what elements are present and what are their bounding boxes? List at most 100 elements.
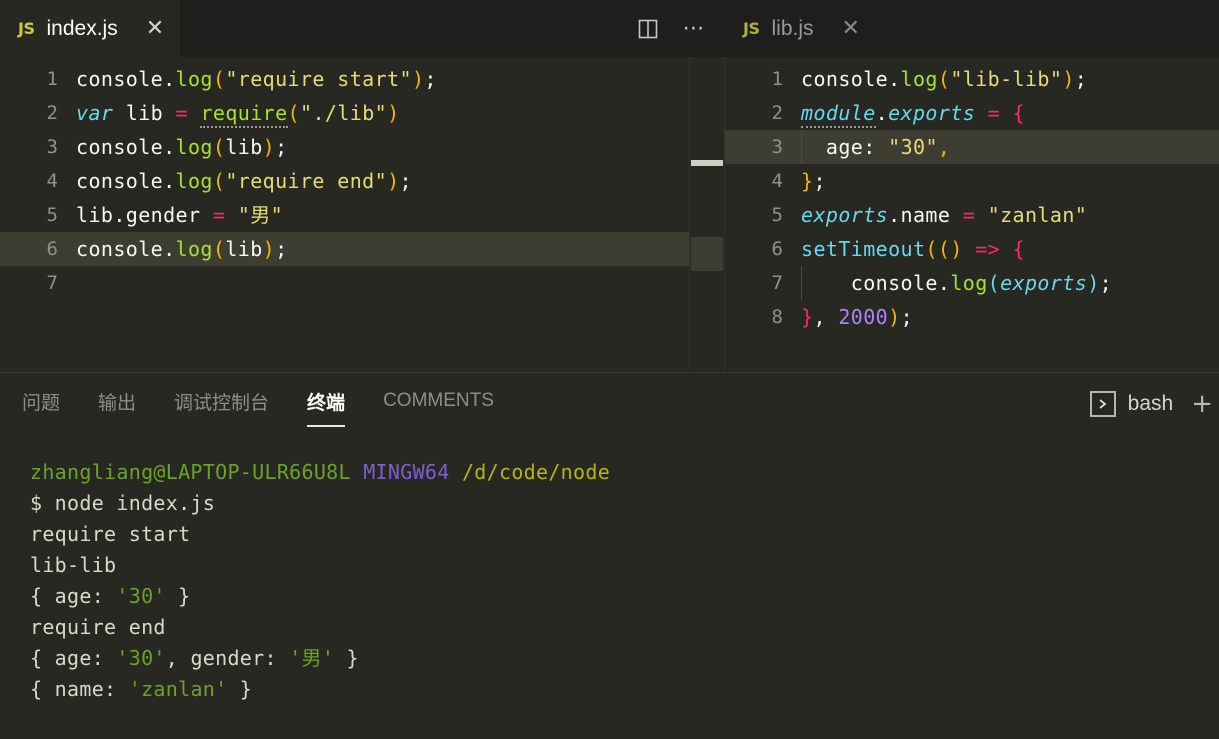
- tab-label: index.js: [46, 16, 118, 40]
- terminal-line: require end: [30, 612, 1219, 643]
- code-token: exports: [888, 101, 976, 125]
- code-line[interactable]: 4};: [725, 164, 1219, 198]
- code-token: ): [411, 67, 425, 91]
- code-line[interactable]: 5 exports.name = "zanlan": [725, 198, 1219, 232]
- terminal-name[interactable]: bash: [1128, 392, 1174, 416]
- code-region-left[interactable]: 1 console.log("require start"); 2 var lib =…: [0, 57, 725, 372]
- line-number: 6: [46, 238, 58, 260]
- js-file-icon: JS: [18, 19, 35, 38]
- minimap-left[interactable]: [689, 57, 725, 372]
- line-number: 2: [46, 102, 58, 124]
- code-token: ;: [275, 237, 288, 261]
- terminal-segment: require end: [30, 615, 166, 639]
- tab-lib-js[interactable]: JS lib.js ✕: [725, 0, 876, 57]
- terminal-segment: [450, 460, 462, 484]
- close-icon[interactable]: ✕: [842, 17, 860, 40]
- terminal-line: require start: [30, 519, 1219, 550]
- code-token: .: [163, 67, 176, 91]
- panel-tab[interactable]: 输出: [98, 388, 136, 421]
- terminal-line: { age: '30', gender: '男' }: [30, 643, 1219, 674]
- code-text: console.log("lib-lib");: [801, 62, 1087, 96]
- code-text: console.log("require start");: [76, 62, 437, 96]
- panel-tab[interactable]: 问题: [22, 388, 60, 421]
- code-token: (: [937, 67, 951, 91]
- panel-tab[interactable]: 调试控制台: [174, 388, 269, 421]
- terminal-line: lib-lib: [30, 550, 1219, 581]
- terminal-segment: { age:: [30, 646, 117, 670]
- terminal-output[interactable]: zhangliang@LAPTOP-ULR66U8L MINGW64 /d/co…: [0, 435, 1219, 739]
- code-token: {: [1012, 237, 1026, 261]
- terminal-segment: }: [165, 584, 191, 608]
- code-token-hinted: require: [200, 101, 288, 128]
- terminal-icon[interactable]: [1089, 391, 1116, 417]
- code-text: module.exports = {: [801, 96, 1025, 130]
- code-token: lib: [76, 203, 114, 227]
- js-file-icon: JS: [743, 19, 760, 38]
- code-line[interactable]: 4 console.log("require end");: [0, 164, 725, 198]
- code-token: 2000: [838, 305, 889, 329]
- terminal-segment: '30': [116, 584, 166, 608]
- line-number: 7: [46, 272, 58, 294]
- code-token: ;: [1074, 67, 1088, 91]
- code-line[interactable]: 7: [0, 266, 725, 300]
- code-token: console: [801, 271, 938, 295]
- code-text: lib.gender = "男": [76, 198, 283, 232]
- code-token: ): [950, 237, 963, 261]
- panel-tabs: 问题 输出 调试控制台 终端 COMMENTS: [22, 388, 532, 427]
- minimap-slider[interactable]: [691, 160, 723, 166]
- code-token: (: [287, 101, 300, 125]
- code-text: console.log(lib);: [76, 130, 288, 164]
- code-token: ;: [275, 135, 288, 159]
- code-token: =: [175, 101, 188, 125]
- code-token: ;: [813, 169, 826, 193]
- code-token: ;: [900, 305, 914, 329]
- code-line[interactable]: 6 setTimeout(() => {: [725, 232, 1219, 266]
- terminal-segment: , gender:: [165, 646, 290, 670]
- code-token: log: [175, 135, 213, 159]
- code-text: age: "30",: [801, 130, 950, 164]
- code-token: .: [888, 203, 901, 227]
- code-line[interactable]: 7 console.log(exports);: [725, 266, 1219, 300]
- line-number: 4: [771, 170, 783, 192]
- terminal-segment: lib-lib: [30, 553, 117, 577]
- code-line[interactable]: 1 console.log("lib-lib");: [725, 62, 1219, 96]
- code-line[interactable]: 8}, 2000);: [725, 300, 1219, 334]
- new-terminal-icon[interactable]: +: [1191, 391, 1213, 417]
- code-token: ): [387, 101, 400, 125]
- code-line[interactable]: 2 var lib = require("./lib"): [0, 96, 725, 130]
- code-region-right[interactable]: 1 console.log("lib-lib"); 2 module.exports …: [725, 57, 1219, 372]
- tabbar-spacer: [876, 0, 1219, 57]
- terminal-line: zhangliang@LAPTOP-ULR66U8L MINGW64 /d/co…: [30, 457, 1219, 488]
- panel-tab[interactable]: 终端: [307, 388, 346, 427]
- code-line[interactable]: 6 console.log(lib);: [0, 232, 725, 266]
- line-number: 5: [46, 204, 58, 226]
- split-editor-icon[interactable]: [633, 14, 663, 44]
- panel-tab[interactable]: COMMENTS: [383, 390, 494, 418]
- code-token: "男": [237, 203, 284, 227]
- line-number: 3: [771, 136, 783, 158]
- code-text: console.log("require end");: [76, 164, 412, 198]
- code-text: exports.name = "zanlan": [801, 198, 1087, 232]
- terminal-segment: }: [227, 677, 253, 701]
- code-line[interactable]: 5 lib.gender = "男": [0, 198, 725, 232]
- terminal-segment: MINGW64: [363, 460, 450, 484]
- code-line[interactable]: 1 console.log("require start");: [0, 62, 725, 96]
- line-number: 8: [771, 306, 783, 328]
- code-line[interactable]: 3 age: "30",: [725, 130, 1219, 164]
- code-token-hinted: module: [801, 101, 876, 128]
- code-token: (: [212, 169, 226, 193]
- tabbar-spacer: [180, 0, 633, 57]
- code-line[interactable]: 2 module.exports = {: [725, 96, 1219, 130]
- close-icon[interactable]: ✕: [146, 17, 164, 40]
- terminal-segment: { age:: [30, 584, 117, 608]
- tab-index-js[interactable]: JS index.js ✕: [0, 0, 181, 57]
- code-token: "lib-lib": [950, 67, 1063, 91]
- code-text: setTimeout(() => {: [801, 232, 1025, 266]
- code-token: :: [863, 135, 876, 159]
- code-token: .: [163, 169, 176, 193]
- code-line[interactable]: 3 console.log(lib);: [0, 130, 725, 164]
- code-token: var: [76, 101, 114, 125]
- more-actions-icon[interactable]: ⋯: [679, 14, 709, 44]
